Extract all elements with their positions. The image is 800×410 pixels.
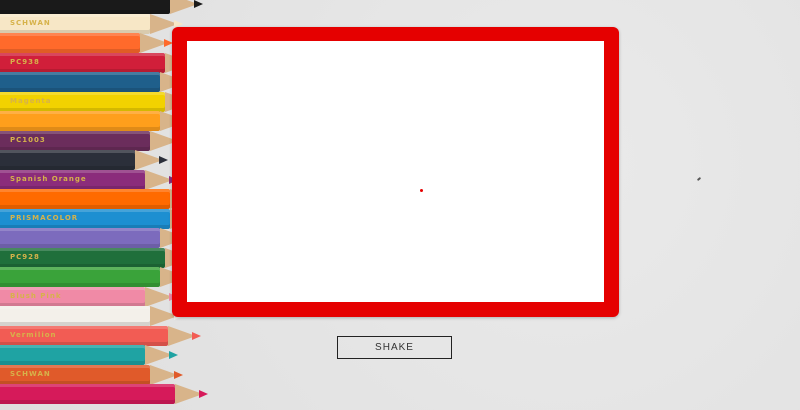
pencil: PC1003 [0, 130, 190, 151]
shake-button[interactable]: SHAKE [337, 336, 452, 359]
pencil [0, 72, 200, 92]
pencil [0, 267, 200, 287]
drawing-canvas[interactable] [187, 41, 604, 302]
pencil: Blush Pink [0, 286, 185, 307]
pencil: SCHWAN [0, 364, 190, 385]
pencil [0, 33, 180, 53]
pencil [0, 150, 175, 170]
pencil: Vermilion [0, 325, 208, 346]
pencil [0, 228, 200, 248]
drawing-cursor [420, 189, 423, 192]
pencil: SCHWAN [0, 13, 190, 34]
pencil [0, 345, 185, 365]
pencil [0, 0, 210, 14]
pencil [0, 111, 200, 131]
pencil [0, 306, 190, 326]
pencil: Spanish Orange [0, 169, 185, 190]
etch-a-sketch-frame [172, 27, 619, 317]
pencil [0, 384, 215, 404]
